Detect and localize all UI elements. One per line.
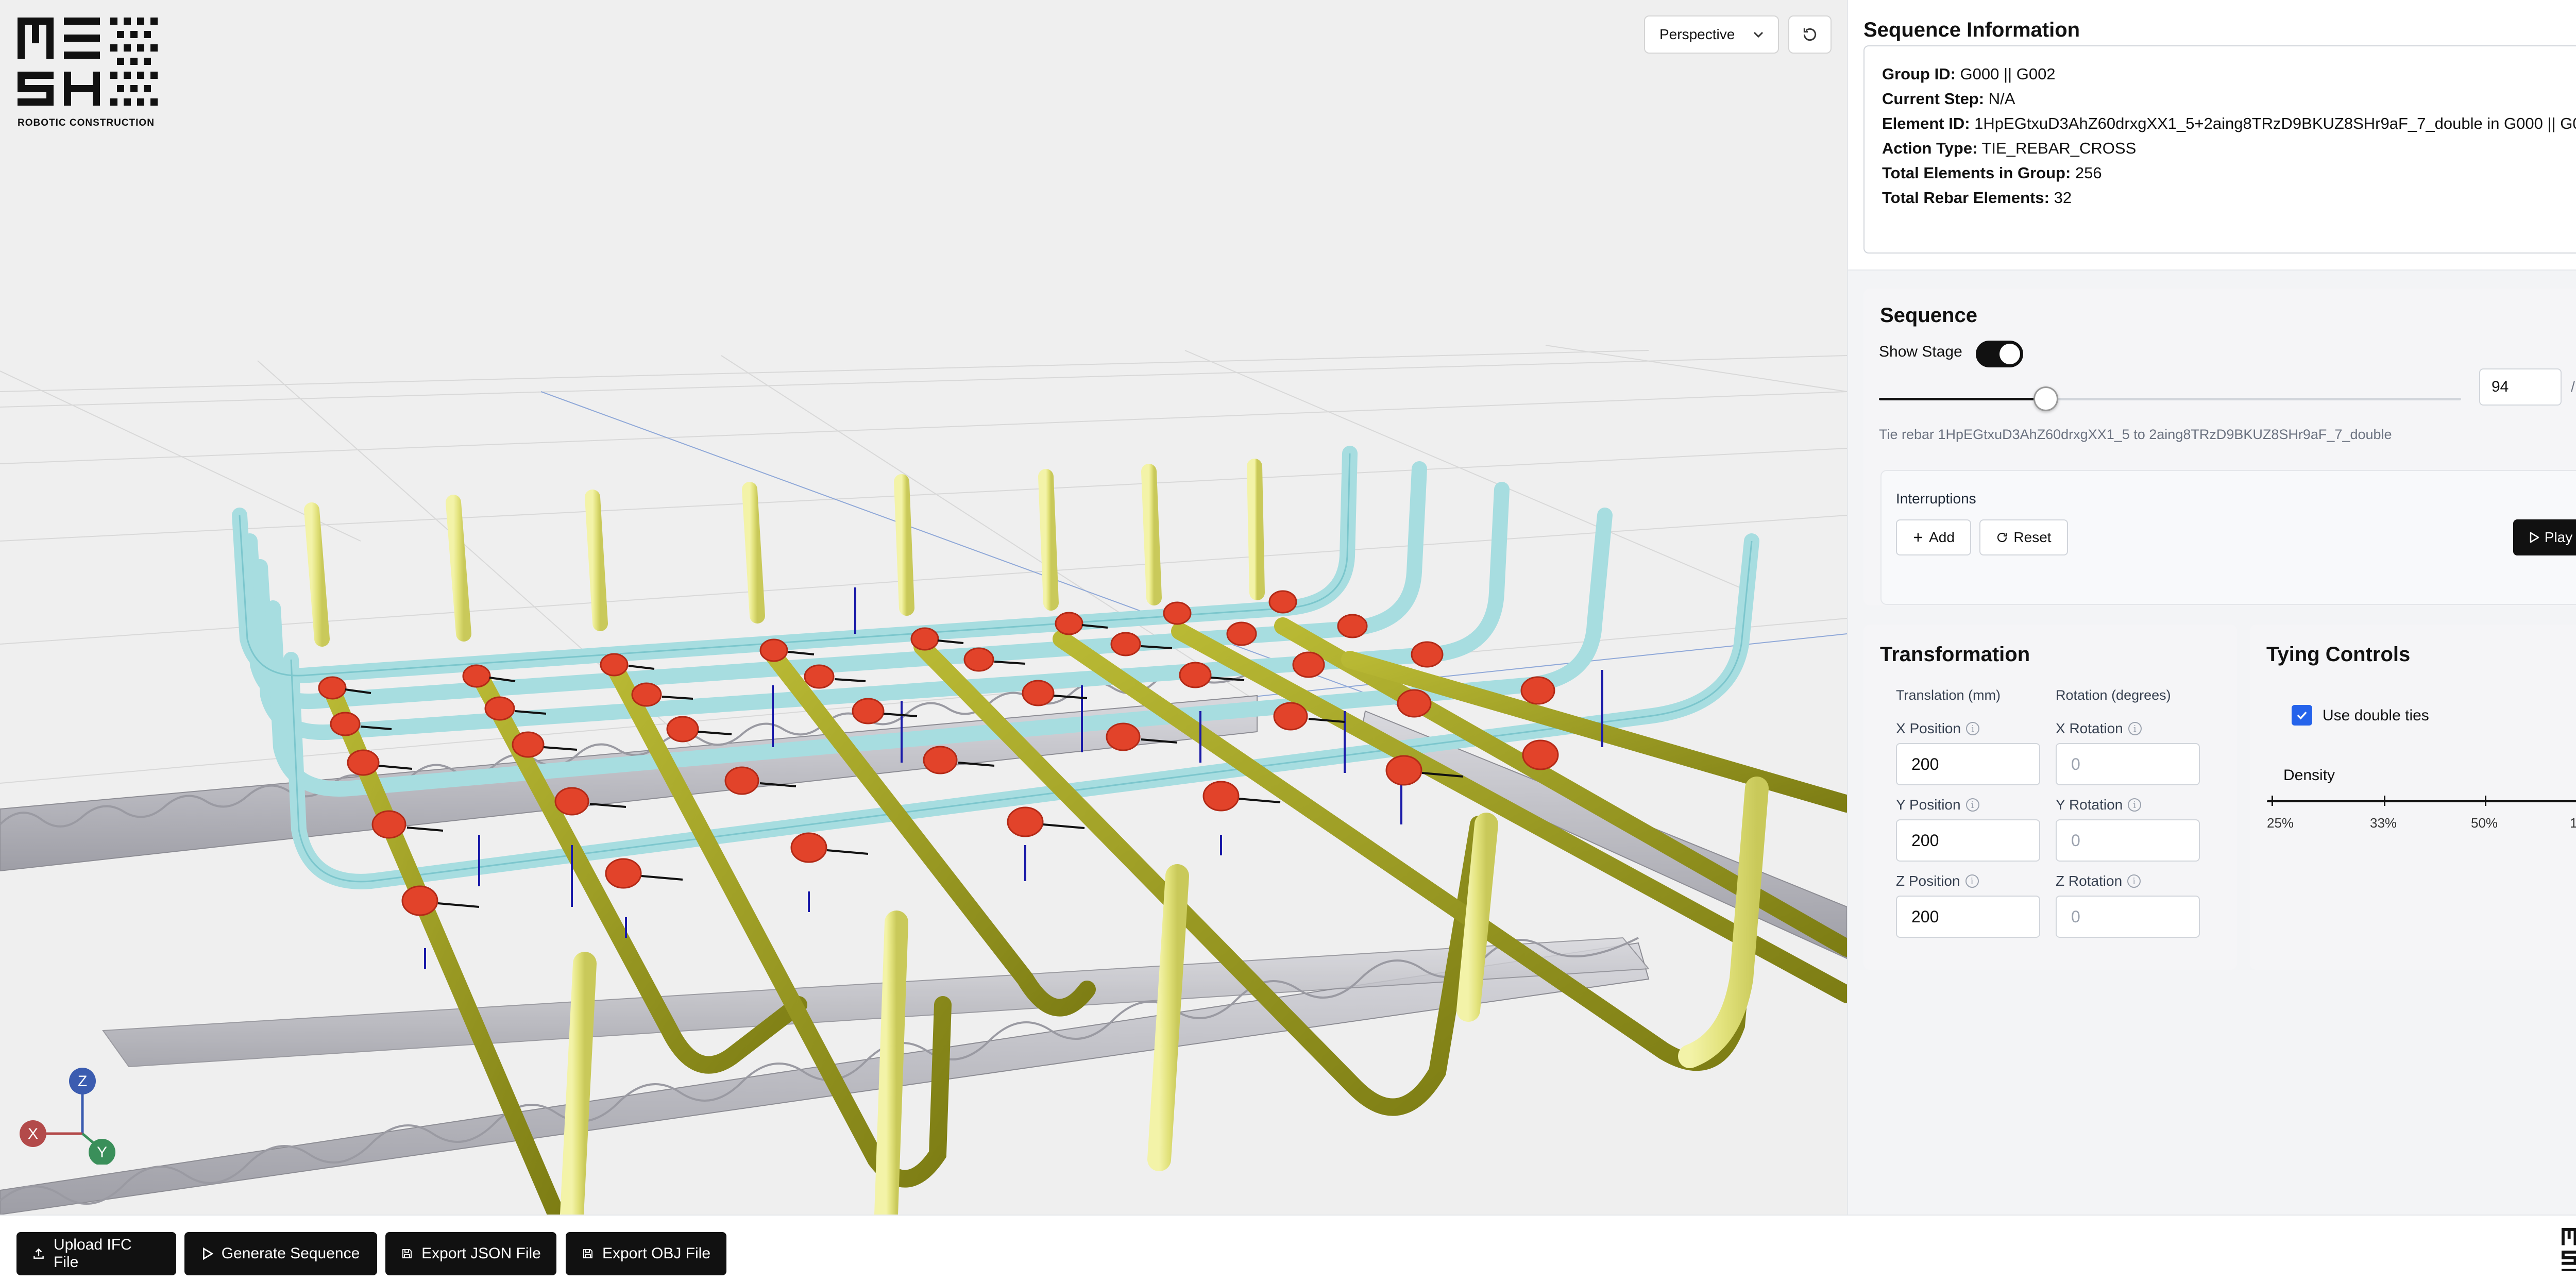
- check-icon: [2297, 711, 2307, 720]
- info-icon: i: [1965, 874, 1979, 888]
- step-input[interactable]: 94: [2479, 368, 2562, 406]
- sequence-information-section: Sequence Information Group ID: G000 || G…: [1848, 0, 2576, 271]
- density-slider-track[interactable]: [2267, 800, 2576, 802]
- total-rebar-value: 32: [2054, 189, 2072, 207]
- mesh-logo-mark: [18, 18, 158, 106]
- element-id-value: 1HpEGtxuD3AhZ60drxgXX1_5+2aing8TRzD9BKUZ…: [1974, 114, 2576, 132]
- sequence-information-title: Sequence Information: [1863, 19, 2080, 41]
- refresh-icon: [1997, 532, 2007, 543]
- double-ties-label: Use double ties: [2323, 707, 2429, 724]
- mesh-logo-small: [2562, 1228, 2576, 1271]
- generate-sequence-button[interactable]: Generate Sequence: [184, 1232, 377, 1275]
- reset-interruptions-button[interactable]: Reset: [1979, 519, 2068, 555]
- plus-icon: [1914, 533, 1923, 542]
- group-id-row: Group ID: G000 || G002: [1882, 65, 2056, 83]
- density-tick-1: [2272, 796, 2273, 806]
- sequence-title: Sequence: [1880, 304, 1977, 327]
- group-id-value: G000 || G002: [1960, 65, 2056, 83]
- x-position-input[interactable]: 200: [1896, 743, 2040, 785]
- projection-select[interactable]: Perspective: [1644, 15, 1779, 54]
- tying-controls-title: Tying Controls: [2266, 643, 2411, 666]
- translation-header: Translation (mm): [1896, 687, 2001, 703]
- mesh-logo: ROBOTIC CONSTRUCTION: [18, 18, 158, 129]
- z-position-label: Z Position i: [1896, 873, 1979, 889]
- reset-view-icon: [1803, 28, 1817, 41]
- export-obj-button[interactable]: Export OBJ File: [566, 1232, 726, 1275]
- save-icon: [583, 1249, 592, 1258]
- total-rebar-row: Total Rebar Elements: 32: [1882, 189, 2072, 207]
- action-type-row: Action Type: TIE_REBAR_CROSS: [1882, 139, 2137, 157]
- x-position-label: X Position i: [1896, 720, 1980, 737]
- step-total: / 328: [2571, 379, 2576, 395]
- density-label: Density: [2283, 767, 2335, 784]
- z-rotation-input[interactable]: 0: [2056, 896, 2200, 938]
- view-controls: Perspective: [1644, 15, 1832, 54]
- control-panel: Sequence Information Group ID: G000 || G…: [1847, 0, 2576, 1215]
- density-tick-label-2: 33%: [2370, 815, 2397, 831]
- density-tick-label-1: 25%: [2267, 815, 2294, 831]
- projection-value: Perspective: [1659, 26, 1735, 42]
- element-id-row: Element ID: 1HpEGtxuD3AhZ60drxgXX1_5+2ai…: [1882, 111, 2576, 136]
- tying-controls-card: Tying Controls: [2250, 625, 2576, 970]
- info-icon: i: [2128, 722, 2142, 735]
- play-button[interactable]: Play: [2513, 519, 2576, 555]
- z-position-input[interactable]: 200: [1896, 896, 2040, 938]
- info-icon: i: [2127, 874, 2141, 888]
- save-icon: [402, 1249, 412, 1258]
- density-tick-3: [2485, 796, 2486, 806]
- info-icon: i: [1966, 722, 1980, 735]
- 3d-viewport[interactable]: ROBOTIC CONSTRUCTION Perspective Z X Y: [0, 0, 1847, 1215]
- density-tick-label-4: 100%: [2570, 815, 2576, 831]
- play-icon: [2530, 532, 2539, 543]
- y-rotation-input[interactable]: 0: [2056, 819, 2200, 862]
- x-rotation-label: X Rotation i: [2056, 720, 2142, 737]
- upload-ifc-button[interactable]: Upload IFC File: [16, 1232, 176, 1275]
- reset-view-button[interactable]: [1788, 15, 1832, 54]
- rotation-header: Rotation (degrees): [2056, 687, 2171, 703]
- info-icon: i: [2128, 798, 2142, 812]
- current-step-value: N/A: [1988, 90, 2015, 108]
- add-interruption-button[interactable]: Add: [1896, 519, 1971, 555]
- logo-text: ROBOTIC CONSTRUCTION: [18, 117, 155, 128]
- density-tick-label-3: 50%: [2471, 815, 2498, 831]
- sequence-information-box: Group ID: G000 || G002 Current Step: N/A…: [1863, 45, 2576, 254]
- sequence-slider-thumb[interactable]: [2033, 386, 2059, 411]
- axes-gizmo: Z X Y: [20, 1068, 115, 1165]
- y-position-label: Y Position i: [1896, 797, 1979, 813]
- total-elements-value: 256: [2075, 164, 2102, 182]
- action-type-value: TIE_REBAR_CROSS: [1981, 139, 2137, 157]
- x-rotation-input[interactable]: 0: [2056, 743, 2200, 785]
- z-axis-label: Z: [78, 1073, 87, 1090]
- play-icon: [202, 1248, 213, 1260]
- sequence-slider-fill: [1879, 398, 2046, 400]
- show-stage-toggle[interactable]: [1976, 341, 2023, 367]
- z-rotation-label: Z Rotation i: [2056, 873, 2141, 889]
- info-icon: i: [1965, 798, 1979, 812]
- x-axis-label: X: [28, 1125, 38, 1142]
- y-rotation-label: Y Rotation i: [2056, 797, 2142, 813]
- bottom-toolbar: Upload IFC File Generate Sequence Export…: [0, 1215, 2576, 1281]
- rebar-scene[interactable]: [0, 0, 1847, 1215]
- sequence-slider-track[interactable]: [2046, 398, 2461, 400]
- interruptions-label: Interruptions: [1896, 491, 1976, 507]
- total-elements-row: Total Elements in Group: 256: [1882, 164, 2102, 182]
- double-ties-checkbox[interactable]: [2292, 705, 2312, 726]
- export-json-button[interactable]: Export JSON File: [385, 1232, 556, 1275]
- density-tick-2: [2384, 796, 2385, 806]
- transformation-title: Transformation: [1880, 643, 2030, 666]
- upload-icon: [33, 1248, 44, 1259]
- y-axis-label: Y: [97, 1144, 107, 1161]
- y-position-input[interactable]: 200: [1896, 819, 2040, 862]
- show-stage-label: Show Stage: [1879, 343, 1962, 360]
- current-step-row: Current Step: N/A: [1882, 90, 2015, 108]
- step-description: Tie rebar 1HpEGtxuD3AhZ60drxgXX1_5 to 2a…: [1879, 427, 2392, 442]
- chevron-down-icon: [1753, 31, 1764, 38]
